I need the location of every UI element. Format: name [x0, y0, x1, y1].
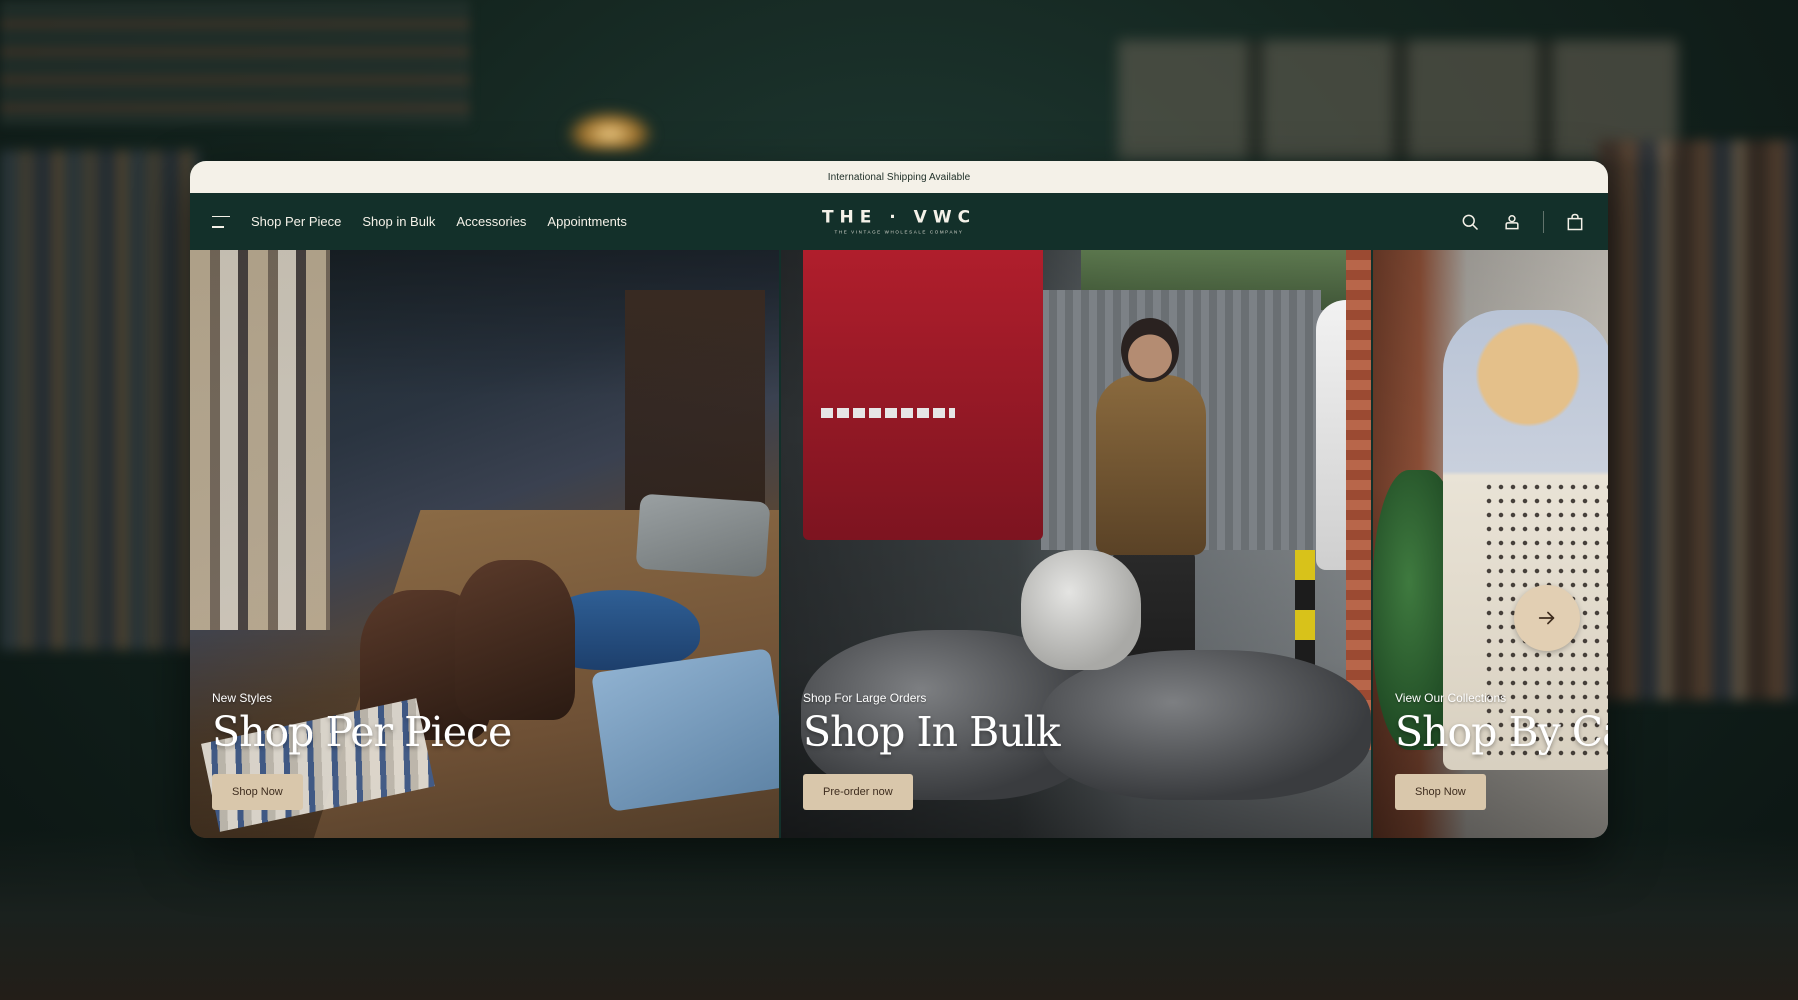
slide-eyebrow: Shop For Large Orders	[803, 690, 927, 705]
carousel-next-button[interactable]	[1514, 585, 1580, 651]
nav-link-shop-in-bulk[interactable]: Shop in Bulk	[362, 214, 435, 229]
nav-left: Shop Per Piece Shop in Bulk Accessories …	[212, 214, 627, 229]
nav-link-shop-per-piece[interactable]: Shop Per Piece	[251, 214, 341, 229]
background-floor	[0, 830, 1798, 1000]
announcement-bar: International Shipping Available	[190, 161, 1608, 193]
header-nav: Shop Per Piece Shop in Bulk Accessories …	[190, 193, 1608, 250]
logo-tagline: THE VINTAGE WHOLESALE COMPANY	[834, 229, 964, 234]
website-frame: International Shipping Available Shop Pe…	[190, 161, 1608, 838]
background-clothing-rack-left	[0, 150, 200, 650]
hero-carousel: New Styles Shop Per Piece Shop Now Shop …	[190, 250, 1608, 838]
logo-wordmark: THE · VWC	[821, 207, 977, 227]
search-icon[interactable]	[1459, 211, 1481, 233]
background-bales	[1118, 40, 1678, 160]
carousel-slide-shop-by-category[interactable]: View Our Collections Shop By Ca Shop Now	[1373, 250, 1608, 838]
nav-link-appointments[interactable]: Appointments	[547, 214, 627, 229]
shop-now-button[interactable]: Shop Now	[1395, 774, 1486, 810]
background-shelf	[0, 0, 470, 125]
nav-link-accessories[interactable]: Accessories	[456, 214, 526, 229]
background-lamp	[565, 110, 655, 150]
slide-title: Shop In Bulk	[803, 707, 1061, 756]
slide-title: Shop By Ca	[1395, 707, 1608, 756]
menu-icon[interactable]	[212, 215, 230, 228]
slide-content: View Our Collections Shop By Ca Shop Now	[1395, 691, 1608, 810]
slide-title: Shop Per Piece	[212, 707, 512, 756]
announcement-text: International Shipping Available	[827, 171, 971, 183]
slide-eyebrow: New Styles	[212, 690, 273, 705]
carousel-slide-shop-per-piece[interactable]: New Styles Shop Per Piece Shop Now	[190, 250, 779, 838]
carousel-slide-shop-in-bulk[interactable]: Shop For Large Orders Shop In Bulk Pre-o…	[781, 250, 1371, 838]
account-icon[interactable]	[1501, 211, 1523, 233]
nav-right	[1459, 210, 1586, 233]
slide-eyebrow: View Our Collections	[1395, 690, 1507, 705]
slide-content: New Styles Shop Per Piece Shop Now	[212, 690, 512, 810]
nav-divider	[1543, 210, 1544, 233]
arrow-right-icon	[1538, 611, 1555, 625]
site-logo[interactable]: THE · VWC THE VINTAGE WHOLESALE COMPANY	[821, 207, 977, 235]
pre-order-button[interactable]: Pre-order now	[803, 774, 913, 810]
cart-icon[interactable]	[1564, 211, 1586, 233]
slide-content: Shop For Large Orders Shop In Bulk Pre-o…	[803, 690, 1061, 810]
background-clothing-rack-right	[1598, 140, 1798, 700]
shop-now-button[interactable]: Shop Now	[212, 774, 303, 810]
